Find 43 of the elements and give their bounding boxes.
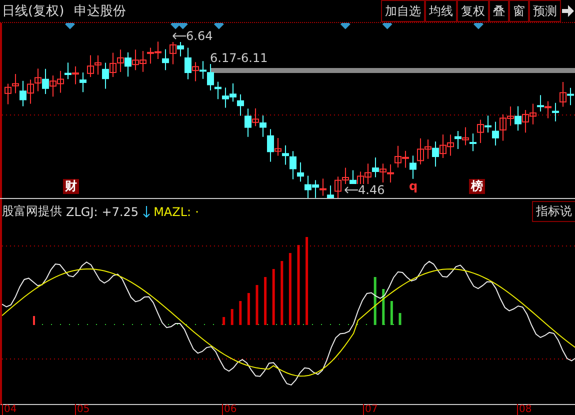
histogram-bar	[222, 317, 226, 325]
date-axis-label: 06	[222, 404, 237, 415]
histogram-bar	[256, 285, 258, 325]
histogram-bar	[288, 253, 292, 325]
price-label: 6.17-6.11	[210, 52, 268, 64]
zlgj-value: +7.25	[102, 204, 139, 218]
histogram-bar	[272, 269, 275, 325]
date-axis-label: 05	[75, 404, 90, 415]
diamond-marker-icon[interactable]	[340, 23, 350, 30]
toolbar-button[interactable]: 叠	[489, 0, 509, 22]
zlgj-label: ZLGJ:	[66, 204, 98, 218]
histogram-bar	[264, 277, 267, 325]
toolbar-button[interactable]: 复权	[457, 0, 489, 22]
histogram-bar	[390, 301, 393, 325]
event-marker[interactable]: q	[407, 179, 420, 194]
histogram-bar	[280, 261, 284, 325]
indicator-source: 股富网提供	[2, 203, 62, 220]
left-arrow-icon	[344, 186, 358, 194]
stock-name: 申达股份	[74, 3, 126, 20]
histogram-bar	[230, 309, 234, 325]
mazl-value: ·	[195, 204, 199, 218]
event-marker[interactable]: 榜	[469, 179, 485, 194]
date-axis-label: 08	[517, 404, 532, 415]
histogram-bar	[374, 277, 376, 325]
period-label: 日线(复权)	[2, 3, 64, 20]
toolbar-button[interactable]: 窗	[509, 0, 529, 22]
toolbar-button[interactable]: 均线	[425, 0, 457, 22]
histogram-bar	[382, 289, 385, 325]
toolbar-button[interactable]: 预测	[529, 0, 561, 22]
indicator-help-button[interactable]: 指标说	[532, 201, 575, 222]
toolbar-button[interactable]: 加自选	[381, 0, 425, 22]
price-label: 6.64	[172, 30, 213, 42]
histogram-bar	[247, 293, 250, 325]
histogram-bar	[398, 313, 402, 325]
diamond-marker-icon[interactable]	[214, 23, 224, 30]
diamond-marker-icon[interactable]	[65, 23, 75, 30]
event-marker[interactable]: 财	[63, 179, 79, 194]
date-axis-label: 04	[2, 404, 17, 415]
histogram-bar	[239, 301, 242, 325]
left-arrow-icon	[172, 32, 186, 40]
date-axis-label: 07	[363, 404, 378, 415]
mazl-label: MAZL:	[154, 204, 192, 218]
price-label: 4.46	[344, 184, 385, 196]
